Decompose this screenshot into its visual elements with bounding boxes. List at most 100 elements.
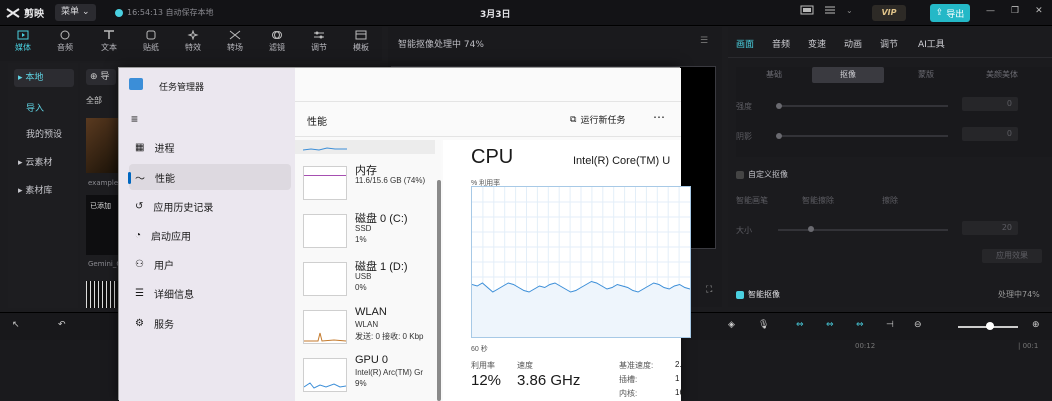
- media-thumbnail[interactable]: [86, 281, 118, 308]
- tm-nav-users[interactable]: ⚇ 用户: [129, 251, 291, 277]
- tool-adjust[interactable]: 调节: [304, 30, 334, 53]
- tm-nav-details[interactable]: ☰ 详细信息: [129, 280, 291, 306]
- tab-ai-tools[interactable]: AI工具: [918, 37, 945, 50]
- brush-smart-erase[interactable]: 智能擦除: [802, 195, 834, 206]
- export-button[interactable]: ⇪ 导出: [930, 4, 970, 22]
- filter-all[interactable]: 全部: [86, 95, 102, 106]
- resource-gpu[interactable]: GPU 0 Intel(R) Arc(TM) Gr 9%: [303, 354, 435, 401]
- run-new-task-button[interactable]: ⧉ 运行新任务: [570, 113, 625, 126]
- tm-nav-services[interactable]: ⚙ 服务: [129, 310, 291, 336]
- resource-scrollbar[interactable]: [437, 180, 441, 401]
- media-thumbnail[interactable]: [86, 118, 118, 173]
- select-tool-icon[interactable]: ↖: [12, 320, 20, 330]
- menu-button[interactable]: 菜单 ⌄: [55, 4, 96, 21]
- nav-import[interactable]: 导入: [26, 101, 44, 114]
- smart-matting-toggle[interactable]: 智能抠像: [736, 289, 780, 300]
- util-value: 12%: [471, 372, 502, 389]
- tab-audio[interactable]: 音频: [772, 37, 790, 50]
- snap-icon[interactable]: ⇔: [826, 320, 834, 330]
- tab-animation[interactable]: 动画: [844, 37, 862, 50]
- wlan-mini-graph: [303, 310, 347, 344]
- tool-media[interactable]: 媒体: [8, 30, 38, 53]
- close-icon[interactable]: ✕: [1035, 6, 1043, 16]
- vip-badge[interactable]: VIP: [872, 5, 906, 21]
- shadow-value[interactable]: 0: [962, 127, 1018, 141]
- resource-disk-d[interactable]: 磁盘 1 (D:) USB 0%: [303, 258, 435, 306]
- mic-icon[interactable]: 🎙: [758, 320, 769, 330]
- tool-text[interactable]: 文本: [94, 30, 124, 53]
- custom-matting-toggle[interactable]: 自定义抠像: [736, 169, 788, 180]
- slider-knob[interactable]: [808, 226, 814, 232]
- fullscreen-icon[interactable]: ⛶: [706, 285, 712, 295]
- tool-transition[interactable]: 转场: [220, 30, 250, 53]
- tab-picture[interactable]: 画面: [736, 37, 754, 50]
- tab-speed[interactable]: 变速: [808, 37, 826, 50]
- list-icon[interactable]: [824, 5, 836, 15]
- nav-cloud[interactable]: ▸ 云素材: [18, 155, 52, 168]
- brush-smart[interactable]: 智能画笔: [736, 195, 768, 206]
- custom-matting-label: 自定义抠像: [748, 170, 788, 179]
- tm-nav-processes[interactable]: ▦ 进程: [129, 134, 291, 160]
- maximize-icon[interactable]: ❐: [1011, 6, 1019, 16]
- subtab-beauty[interactable]: 美颜美体: [966, 67, 1038, 83]
- hamburger-icon[interactable]: ≡: [131, 112, 138, 126]
- subtab-matting[interactable]: 抠像: [812, 67, 884, 83]
- tab-adjust[interactable]: 调节: [880, 37, 898, 50]
- tm-nav-performance[interactable]: 〜性能: [128, 164, 291, 190]
- import-button[interactable]: ⊕ 导: [86, 69, 116, 85]
- undo-icon[interactable]: ↶: [58, 320, 66, 330]
- resource-disk-c[interactable]: 磁盘 0 (C:) SSD 1%: [303, 210, 435, 258]
- strength-value[interactable]: 0: [962, 97, 1018, 111]
- tm-nav-label: 性能: [155, 173, 175, 185]
- checkbox-checked[interactable]: [736, 290, 744, 299]
- layout-icon[interactable]: [800, 5, 814, 15]
- checkbox[interactable]: [736, 170, 744, 179]
- brush-erase[interactable]: 擦除: [882, 195, 898, 206]
- text-icon: [104, 30, 114, 39]
- size-slider[interactable]: [778, 229, 948, 231]
- zoom-in-icon[interactable]: ⊕: [1032, 320, 1040, 330]
- tm-nav-app-history[interactable]: ↺ 应用历史记录: [129, 193, 291, 219]
- tm-nav-label: 用户: [153, 260, 174, 272]
- shadow-slider[interactable]: [778, 135, 948, 137]
- subtab-mask[interactable]: 蒙版: [890, 67, 962, 83]
- link-icon[interactable]: ⇔: [796, 320, 804, 330]
- size-value[interactable]: 20: [962, 221, 1018, 235]
- tool-sticker[interactable]: 贴纸: [136, 30, 166, 53]
- media-added-badge: 已添加: [90, 202, 111, 210]
- app-name: 剪映: [24, 9, 44, 20]
- magnet-icon[interactable]: ⇔: [856, 320, 864, 330]
- resource-detail: SSD: [355, 224, 372, 233]
- resource-detail: WLAN: [355, 320, 379, 329]
- minimize-icon[interactable]: —: [986, 6, 995, 16]
- more-icon[interactable]: ⋯: [653, 110, 665, 124]
- subtab-basic[interactable]: 基础: [738, 67, 810, 83]
- resource-wlan[interactable]: WLAN WLAN 发送: 0 接收: 0 Kbp: [303, 306, 435, 354]
- tm-nav-startup[interactable]: ◔ 启动应用: [129, 222, 291, 248]
- tool-audio[interactable]: 音频: [50, 30, 80, 53]
- cpu-detail-pane: CPU Intel(R) Core(TM) U % 利用率 60 秒 利用率 1…: [443, 140, 691, 401]
- chevron-down-icon[interactable]: ⌄: [846, 6, 853, 15]
- strength-slider[interactable]: [778, 105, 948, 107]
- divider: [728, 57, 1052, 58]
- split-icon[interactable]: ⊣: [886, 320, 894, 330]
- apply-effect-button[interactable]: 应用效果: [982, 249, 1042, 263]
- nav-local[interactable]: ▸ 本地: [14, 69, 74, 87]
- users-icon: ⚇: [135, 258, 144, 270]
- tool-filter[interactable]: 滤镜: [262, 30, 292, 53]
- zoom-out-icon[interactable]: ⊖: [914, 320, 922, 330]
- slider-knob[interactable]: [776, 133, 782, 139]
- resource-memory[interactable]: 内存 11.6/15.6 GB (74%): [303, 162, 435, 210]
- diamond-icon[interactable]: ◈: [728, 320, 735, 330]
- tool-effects[interactable]: 特效: [178, 30, 208, 53]
- cpu-entry-partial[interactable]: [295, 140, 435, 154]
- nav-presets[interactable]: 我的预设: [26, 127, 62, 140]
- tool-template[interactable]: 模板: [346, 30, 376, 53]
- speedometer-icon: ◔: [135, 229, 142, 241]
- nav-library[interactable]: ▸ 素材库: [18, 183, 52, 196]
- tool-label: 媒体: [15, 43, 31, 52]
- menu-icon[interactable]: ☰: [700, 36, 708, 46]
- slider-knob[interactable]: [776, 103, 782, 109]
- zoom-knob[interactable]: [986, 322, 994, 330]
- effects-icon: [187, 30, 199, 40]
